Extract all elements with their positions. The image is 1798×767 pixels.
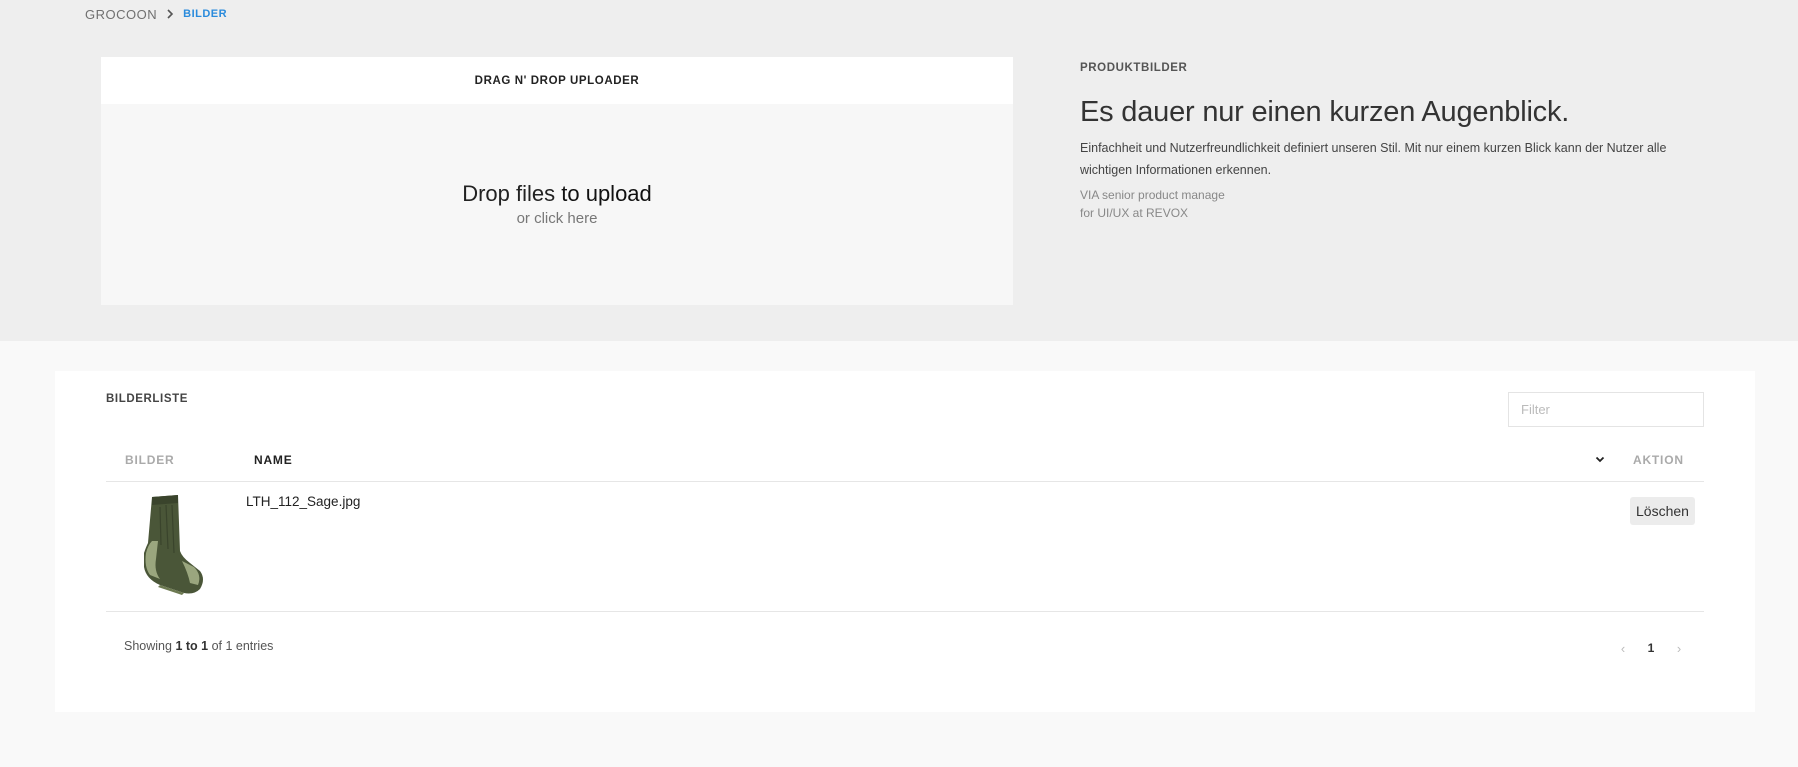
entries-info-prefix: Showing	[124, 639, 176, 653]
dropzone-title-part-1: Drop files	[462, 181, 562, 206]
pagination-page-1[interactable]: 1	[1642, 641, 1660, 655]
breadcrumb: GROCOON BILDER	[85, 6, 227, 22]
info-text: Einfachheit und Nutzerfreundlichkeit def…	[1080, 141, 1667, 177]
column-header-name[interactable]: NAME	[254, 439, 293, 481]
entries-info-range: 1 to 1	[175, 639, 209, 653]
table-header: BILDER NAME AKTION	[106, 439, 1704, 482]
pagination: ‹ 1 ›	[1613, 640, 1689, 656]
table-row: LTH_112_Sage.jpg Löschen	[106, 481, 1704, 612]
dropzone[interactable]: Drop files to upload or click here	[101, 104, 1013, 305]
product-images-info: PRODUKTBILDER Es dauer nur einen kurzen …	[1080, 62, 1700, 222]
breadcrumb-current: BILDER	[183, 8, 228, 20]
file-name: LTH_112_Sage.jpg	[246, 494, 361, 509]
info-meta: VIA senior product manage for UI/UX at R…	[1080, 186, 1700, 222]
info-meta-line-2: for UI/UX at REVOX	[1080, 206, 1189, 220]
filter-input[interactable]	[1508, 392, 1704, 427]
pagination-next-icon[interactable]: ›	[1669, 641, 1689, 656]
dropzone-subtitle: or click here	[516, 210, 598, 227]
sort-chevron-down-icon[interactable]	[1593, 452, 1607, 466]
uploader-header: DRAG N' DROP UPLOADER	[101, 57, 1013, 104]
info-label: PRODUKTBILDER	[1080, 62, 1188, 74]
info-title: Es dauer nur einen kurzen Augenblick.	[1080, 96, 1570, 128]
info-meta-line-1: VIA senior product manage	[1080, 188, 1225, 202]
entries-info: Showing 1 to 1 of 1 entries	[124, 639, 273, 653]
image-list-title: BILDERLISTE	[106, 393, 188, 405]
sock-thumbnail-icon	[138, 493, 206, 597]
breadcrumb-root-link[interactable]: GROCOON	[85, 7, 157, 22]
delete-button[interactable]: Löschen	[1630, 497, 1695, 525]
pagination-prev-icon[interactable]: ‹	[1613, 641, 1633, 656]
breadcrumb-separator-icon	[165, 6, 175, 22]
dropzone-title: Drop files to upload	[101, 181, 1013, 207]
dropzone-title-part-2: to upload	[561, 181, 652, 206]
entries-info-suffix: entries	[232, 639, 274, 653]
column-header-action: AKTION	[1633, 453, 1684, 467]
entries-info-of: of	[208, 639, 226, 653]
column-header-images: BILDER	[125, 453, 175, 467]
image-list-card: BILDERLISTE BILDER NAME AKTION LTH_112_S…	[55, 371, 1755, 712]
drag-drop-uploader: DRAG N' DROP UPLOADER Drop files to uplo…	[101, 57, 1013, 305]
